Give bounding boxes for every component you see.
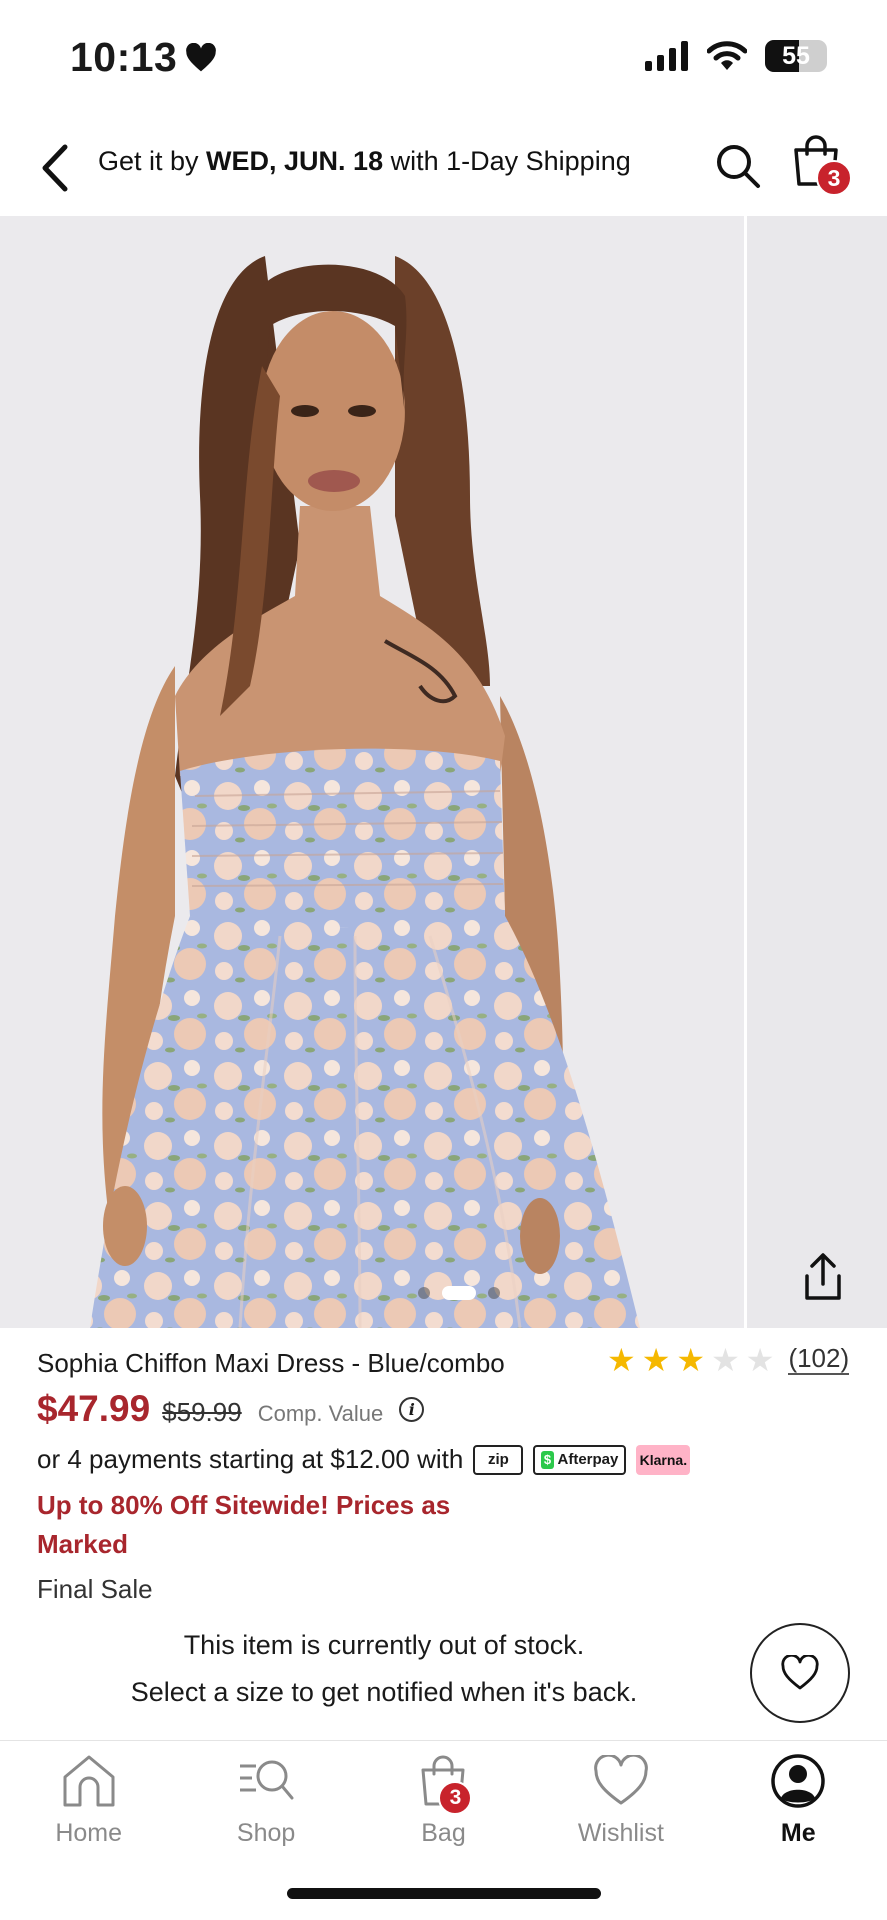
pagination-dot-active[interactable] [442,1286,476,1300]
add-to-wishlist-button[interactable] [750,1623,850,1723]
rating-star-icon: ★ [607,1342,636,1378]
rating-star-icon: ★ [676,1342,706,1378]
header-bag-button[interactable]: 3 [790,134,852,196]
heart-outline-icon [781,1655,819,1690]
product-image[interactable] [0,216,740,1328]
delivery-date: WED, JUN. 18 [206,146,384,176]
cellular-signal-icon [645,41,688,71]
bottom-tab-bar: Home Shop 3 Bag Wishlist Me [0,1740,887,1860]
share-button[interactable] [794,1246,852,1308]
afterpay-logo[interactable]: $ Afterpay [533,1444,627,1475]
rating-star-icon: ★ [641,1342,671,1378]
tab-shop[interactable]: Shop [177,1741,354,1860]
pagination-dot[interactable] [488,1287,500,1299]
afterpay-label: Afterpay [557,1451,619,1468]
model-photo [0,216,740,1328]
tab-me[interactable]: Me [710,1741,887,1860]
clock-text: 10:13 [70,34,178,80]
search-button[interactable] [712,138,764,194]
bag-count-badge: 3 [816,160,852,196]
info-icon[interactable]: i [399,1396,425,1422]
pagination-dot[interactable] [418,1287,430,1299]
afterpay-mark-icon: $ [541,1450,554,1469]
tab-wishlist[interactable]: Wishlist [532,1741,709,1860]
status-time: 10:13 [70,34,217,81]
klarna-logo[interactable]: Klarna. [636,1444,691,1475]
review-count-link[interactable]: (102) [788,1345,850,1375]
promo-text: Up to 80% Off Sitewide! Prices as Marked [37,1490,451,1559]
rating-star-icon: ★ [711,1342,740,1378]
comp-value-label: Comp. Value [257,1401,384,1426]
price-row: $47.99 $59.99 Comp. Value i [37,1388,425,1430]
wifi-icon [707,41,747,70]
delivery-prefix: Get it by [98,146,207,176]
heart-icon [590,1751,652,1811]
tab-label: Wishlist [577,1819,664,1847]
product-title: Sophia Chiffon Maxi Dress - Blue/combo [37,1348,505,1378]
heart-focus-icon [186,42,217,71]
home-indicator[interactable] [287,1888,601,1899]
out-of-stock-message: This item is currently out of stock. [183,1630,585,1660]
profile-icon [767,1751,829,1811]
chevron-left-icon [42,144,68,192]
bag-icon: 3 [412,1751,474,1815]
product-image-carousel[interactable] [0,216,887,1328]
installments-row: or 4 payments starting at $12.00 with zi… [37,1444,691,1475]
next-product-image-preview[interactable] [744,216,887,1328]
shop-search-icon [235,1751,297,1811]
installments-text: or 4 payments starting at $12.00 with [37,1444,464,1474]
original-price: $59.99 [162,1397,242,1427]
share-icon [805,1253,841,1300]
search-icon [717,145,760,188]
battery-icon: 55 [765,40,827,72]
delivery-suffix: with 1-Day Shipping [383,146,631,176]
zip-logo[interactable]: zip [473,1444,524,1475]
status-indicators: 55 [645,40,827,72]
tab-label: Shop [236,1819,296,1847]
tab-label: Me [780,1819,816,1847]
top-header: Get it by WED, JUN. 18 with 1-Day Shippi… [0,118,887,216]
battery-level: 55 [782,41,810,70]
sale-price: $47.99 [37,1388,151,1429]
carousel-pagination [418,1286,500,1300]
tab-bag[interactable]: 3 Bag [355,1741,532,1860]
back-button[interactable] [30,138,80,198]
tab-home[interactable]: Home [0,1741,177,1860]
product-rating[interactable]: ★ ★ ★ ★ ★ (102) [607,1342,850,1378]
home-icon [58,1751,120,1811]
tab-label: Bag [421,1819,466,1847]
final-sale-label: Final Sale [37,1574,153,1604]
delivery-estimate: Get it by WED, JUN. 18 with 1-Day Shippi… [98,146,631,177]
tab-bag-count-badge: 3 [438,1781,473,1815]
tab-label: Home [55,1819,123,1847]
rating-star-icon: ★ [745,1342,775,1378]
status-bar: 10:13 55 [0,0,887,118]
notify-instructions: Select a size to get notified when it's … [130,1677,638,1707]
